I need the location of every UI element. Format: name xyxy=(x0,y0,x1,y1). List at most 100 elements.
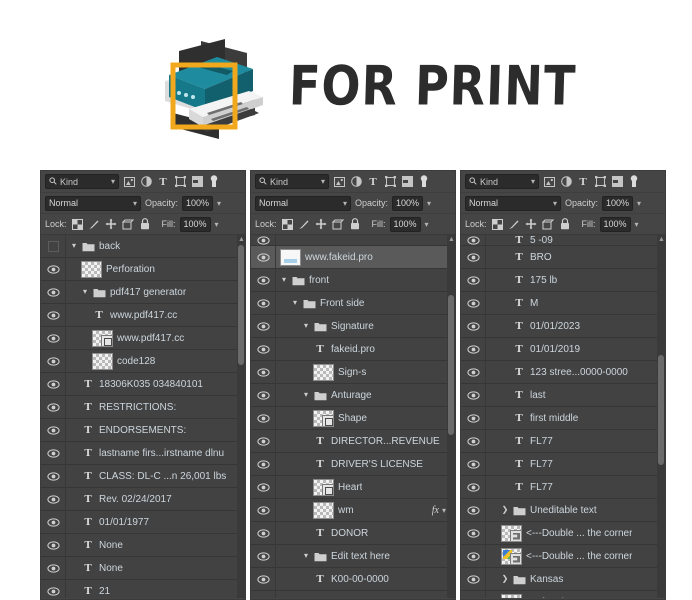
type-filter-icon[interactable]: T xyxy=(576,175,590,189)
shape-filter-icon[interactable] xyxy=(593,175,607,189)
layer-visibility-toggle[interactable] xyxy=(466,344,480,354)
layer-visibility-cell[interactable] xyxy=(461,321,485,331)
layer-row[interactable]: T 175 lb xyxy=(461,268,665,292)
chevron-down-icon[interactable]: ▾ xyxy=(302,552,310,560)
lock-image-pixels-icon[interactable] xyxy=(298,218,311,231)
layer-row[interactable]: T CLASS: DL-C ...n 26,001 lbs xyxy=(41,464,245,488)
opacity-chevron-down-icon[interactable]: ▾ xyxy=(427,199,431,208)
lock-position-icon[interactable] xyxy=(315,218,328,231)
layer-visibility-toggle[interactable] xyxy=(256,528,270,538)
lock-position-icon[interactable] xyxy=(525,218,538,231)
layer-visibility-toggle[interactable] xyxy=(256,344,270,354)
layer-visibility-cell[interactable] xyxy=(41,425,65,435)
lock-transparent-pixels-icon[interactable] xyxy=(281,218,294,231)
layer-row[interactable]: T DRIVER'S LICENSE xyxy=(251,452,455,476)
shape-filter-icon[interactable] xyxy=(383,175,397,189)
opacity-value[interactable]: 100% xyxy=(182,195,214,211)
layer-visibility-toggle[interactable] xyxy=(46,563,60,573)
fill-chevron-down-icon[interactable]: ▾ xyxy=(635,220,639,229)
layer-list[interactable]: ▾ back Perforation ▾ pdf417 generator Twww.pd… xyxy=(41,235,245,598)
layer-row[interactable]: ▾ Edit text here xyxy=(251,544,455,568)
layer-visibility-toggle[interactable] xyxy=(46,540,60,550)
layer-visibility-toggle[interactable] xyxy=(46,379,60,389)
layer-visibility-toggle[interactable] xyxy=(46,310,60,320)
layer-visibility-toggle[interactable] xyxy=(466,551,480,561)
lock-image-pixels-icon[interactable] xyxy=(508,218,521,231)
layer-row[interactable]: T 21 xyxy=(41,579,245,598)
layer-visibility-toggle[interactable] xyxy=(256,390,270,400)
layer-visibility-cell[interactable] xyxy=(251,235,275,245)
lock-image-pixels-icon[interactable] xyxy=(88,218,101,231)
layer-visibility-cell[interactable] xyxy=(41,356,65,366)
blend-mode-select[interactable]: Normal ▾ xyxy=(255,195,351,211)
adjustment-filter-icon[interactable] xyxy=(349,175,363,189)
layer-row[interactable]: www.fakeid.pro xyxy=(251,245,455,269)
layer-visibility-cell[interactable] xyxy=(41,586,65,596)
layer-visibility-cell[interactable] xyxy=(251,298,275,308)
layer-visibility-toggle[interactable] xyxy=(46,471,60,481)
layer-visibility-cell[interactable] xyxy=(251,413,275,423)
layer-row[interactable]: ▾ Signature xyxy=(251,314,455,338)
layer-visibility-toggle[interactable] xyxy=(46,356,60,366)
layer-visibility-cell[interactable] xyxy=(41,287,65,297)
layer-visibility-toggle[interactable] xyxy=(466,390,480,400)
layer-row[interactable]: T K00-00-0000 xyxy=(251,567,455,591)
layer-visibility-cell[interactable] xyxy=(461,275,485,285)
lock-transparent-pixels-icon[interactable] xyxy=(491,218,504,231)
layer-row[interactable]: ▾ Anturage xyxy=(251,383,455,407)
layer-row[interactable]: T Rev. 02/24/2017 xyxy=(41,487,245,511)
layer-row-partial[interactable]: T 5 -09 xyxy=(461,235,665,246)
chevron-down-icon[interactable]: ▾ xyxy=(70,242,78,250)
layer-visibility-toggle[interactable] xyxy=(466,482,480,492)
scrollbar-thumb[interactable] xyxy=(658,355,664,465)
layer-visibility-toggle[interactable] xyxy=(46,287,60,297)
layer-visibility-cell[interactable] xyxy=(41,471,65,481)
layer-visibility-toggle[interactable] xyxy=(466,275,480,285)
fill-value[interactable]: 100% xyxy=(389,216,421,232)
layer-row[interactable]: T BRO xyxy=(461,245,665,269)
layer-row[interactable]: ▾ Front side xyxy=(251,291,455,315)
layer-visibility-cell[interactable] xyxy=(251,574,275,584)
layer-visibility-cell[interactable] xyxy=(461,551,485,561)
layer-row[interactable]: Tlastname firs...irstname dlnu xyxy=(41,441,245,465)
layer-visibility-toggle[interactable] xyxy=(46,586,60,596)
layer-row[interactable]: Tfakeid.pro xyxy=(251,337,455,361)
fill-value[interactable]: 100% xyxy=(599,216,631,232)
layer-row[interactable]: T FL77 xyxy=(461,452,665,476)
opacity-chevron-down-icon[interactable]: ▾ xyxy=(217,199,221,208)
shape-filter-icon[interactable] xyxy=(173,175,187,189)
adjustment-filter-icon[interactable] xyxy=(139,175,153,189)
fill-chevron-down-icon[interactable]: ▾ xyxy=(425,220,429,229)
layer-row[interactable]: <---Double ... the corner xyxy=(461,521,665,545)
layer-visibility-toggle[interactable] xyxy=(256,298,270,308)
layer-visibility-toggle[interactable] xyxy=(46,402,60,412)
layer-visibility-cell[interactable] xyxy=(461,528,485,538)
layer-visibility-toggle[interactable] xyxy=(466,436,480,446)
scrollbar-thumb[interactable] xyxy=(238,245,244,365)
layer-row[interactable]: T None xyxy=(41,533,245,557)
layer-visibility-toggle[interactable] xyxy=(466,321,480,331)
layer-visibility-toggle[interactable] xyxy=(466,413,480,423)
layer-visibility-toggle[interactable] xyxy=(46,494,60,504)
layer-visibility-cell[interactable] xyxy=(461,235,485,245)
layer-visibility-toggle[interactable] xyxy=(256,574,270,584)
type-filter-icon[interactable]: T xyxy=(156,175,170,189)
layer-visibility-cell[interactable] xyxy=(251,482,275,492)
layer-row[interactable]: TM xyxy=(461,291,665,315)
layer-row[interactable]: T DIRECTOR...REVENUE xyxy=(251,429,455,453)
layer-visibility-cell[interactable] xyxy=(251,436,275,446)
vertical-scrollbar[interactable]: ▲ xyxy=(657,235,665,598)
layer-row[interactable]: Twww.pdf417.cc xyxy=(41,303,245,327)
layer-visibility-cell[interactable] xyxy=(251,275,275,285)
layer-visibility-toggle[interactable] xyxy=(256,459,270,469)
layer-visibility-cell[interactable] xyxy=(461,482,485,492)
image-filter-icon[interactable] xyxy=(542,175,556,189)
layer-visibility-cell[interactable] xyxy=(461,505,485,515)
layer-visibility-cell[interactable] xyxy=(461,252,485,262)
chevron-down-icon[interactable]: ▾ xyxy=(280,276,288,284)
smart-object-filter-icon[interactable] xyxy=(190,175,204,189)
layer-row[interactable]: T FL77 xyxy=(461,475,665,499)
layer-visibility-cell[interactable] xyxy=(251,321,275,331)
layer-row[interactable]: T FL77 xyxy=(461,429,665,453)
chevron-down-icon[interactable]: ▾ xyxy=(302,322,310,330)
